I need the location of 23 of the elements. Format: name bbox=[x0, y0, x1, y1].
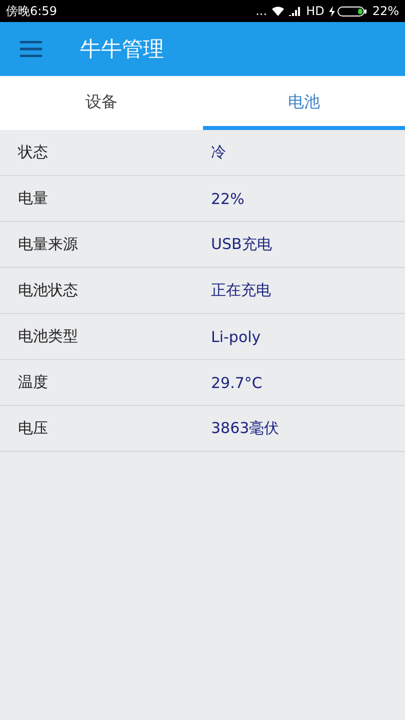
network-type: HD bbox=[306, 4, 324, 18]
row-label: 电池状态 bbox=[18, 281, 79, 300]
row-value: 29.7°C bbox=[211, 374, 262, 392]
row-label: 状态 bbox=[18, 143, 49, 162]
row-value: 3863毫伏 bbox=[211, 419, 280, 438]
row-value: Li-poly bbox=[211, 328, 261, 346]
row-value: USB充电 bbox=[211, 235, 272, 254]
battery-percent: 22% bbox=[372, 4, 399, 18]
wifi-icon bbox=[272, 6, 284, 16]
row-label: 电量 bbox=[18, 189, 49, 208]
row-label: 电压 bbox=[18, 419, 49, 438]
status-time: 傍晚6:59 bbox=[6, 2, 57, 20]
battery-charging-icon bbox=[329, 6, 368, 16]
more-indicator: ... bbox=[256, 4, 268, 18]
signal-icon bbox=[289, 6, 302, 16]
row-label: 电量来源 bbox=[18, 235, 79, 254]
row-label: 温度 bbox=[18, 373, 49, 392]
row-value: 正在充电 bbox=[211, 281, 271, 300]
row-value: 22% bbox=[211, 190, 244, 208]
row-value: 冷 bbox=[211, 143, 226, 162]
menu-icon[interactable] bbox=[20, 41, 42, 57]
row-label: 电池类型 bbox=[18, 327, 79, 346]
app-title: 牛牛管理 bbox=[80, 36, 164, 63]
